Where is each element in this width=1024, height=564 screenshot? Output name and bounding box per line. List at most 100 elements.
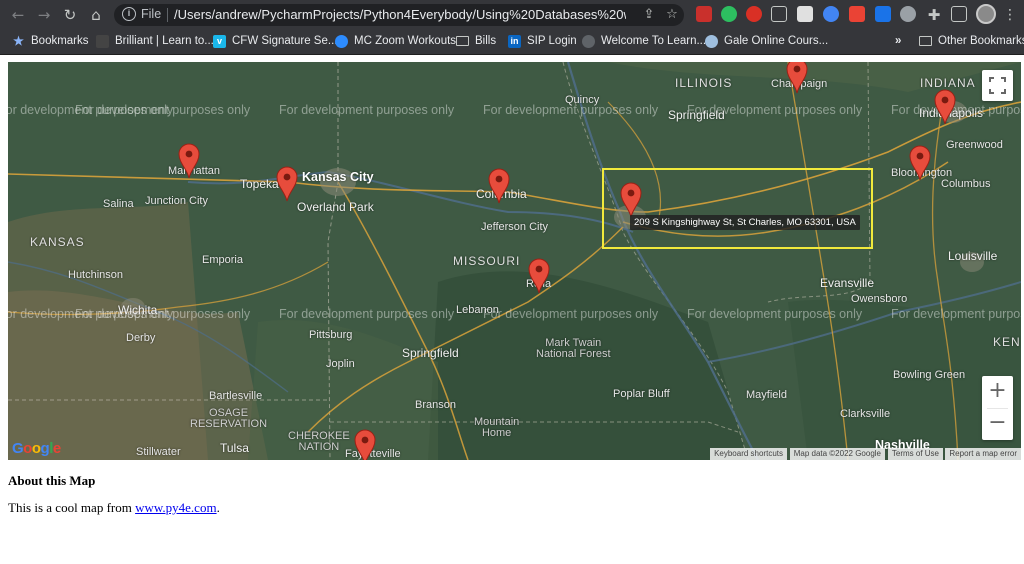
map-marker-icon[interactable] — [786, 62, 808, 94]
puzzle-icon[interactable]: ✚ — [924, 5, 944, 25]
label-louisville: Louisville — [948, 249, 998, 263]
scheme-label: File — [141, 7, 162, 21]
map-marker-icon[interactable] — [488, 168, 510, 204]
forward-icon[interactable]: → — [34, 5, 54, 25]
label-cherokee-nation: CHEROKEE NATION — [288, 430, 350, 453]
gallery-icon[interactable] — [849, 6, 865, 22]
bookmark-item-welcome[interactable]: Welcome To Learn... — [582, 33, 706, 49]
label-owensboro: Owensboro — [851, 293, 908, 305]
dev-watermark: For development purposes only — [75, 307, 251, 321]
folder-icon — [456, 36, 469, 46]
label-columbus: Columbus — [941, 178, 991, 190]
browser-toolbar: ← → ↻ ⌂ i File /Users/andrew/PycharmProj… — [0, 0, 1024, 30]
omnibox-divider — [167, 8, 168, 22]
map-marker-icon[interactable] — [276, 166, 298, 202]
home-icon[interactable]: ⌂ — [86, 5, 106, 25]
label-overland-park: Overland Park — [297, 200, 374, 214]
label-clarksville: Clarksville — [840, 408, 891, 420]
map-data-attribution: Map data ©2022 Google — [789, 448, 885, 460]
bookmark-item-brilliant[interactable]: Brilliant | Learn to... — [96, 33, 214, 49]
bookmark-item-zoom[interactable]: MC Zoom Workouts — [335, 33, 456, 49]
circle-extension-icon[interactable] — [900, 6, 916, 22]
map-marker-icon[interactable] — [528, 258, 550, 294]
bookmark-item-bills[interactable]: Bills — [456, 33, 496, 49]
bookmark-item-gale[interactable]: Gale Online Cours... — [705, 33, 828, 49]
address-bar[interactable]: i File /Users/andrew/PycharmProjects/Pyt… — [114, 4, 684, 26]
dev-watermark: For development purposes only — [891, 307, 1021, 321]
report-map-error-link[interactable]: Report a map error — [945, 448, 1021, 460]
label-springfield-il: Springfield — [668, 108, 725, 122]
py4e-link[interactable]: www.py4e.com — [135, 500, 216, 515]
label-stillwater: Stillwater — [136, 446, 181, 458]
back-icon[interactable]: ← — [8, 5, 28, 25]
browser-chrome: ← → ↻ ⌂ i File /Users/andrew/PycharmProj… — [0, 0, 1024, 55]
reload-icon[interactable]: ↻ — [60, 5, 80, 25]
bookmark-item-sip[interactable]: in SIP Login — [508, 33, 577, 49]
gale-icon — [705, 34, 718, 48]
share-icon[interactable]: ⇪ — [640, 6, 658, 24]
screen-icon[interactable] — [771, 6, 787, 22]
other-bookmarks-label: Other Bookmarks — [938, 35, 1024, 47]
linkedin-icon: in — [508, 34, 521, 48]
label-illinois: ILLINOIS — [675, 76, 733, 90]
bookmark-item-bookmarks[interactable]: ★ Bookmarks — [12, 33, 89, 49]
dev-watermark: For development purposes only — [75, 103, 251, 117]
mail-icon[interactable] — [797, 6, 813, 22]
block-icon[interactable] — [746, 6, 762, 22]
label-jefferson-city: Jefferson City — [481, 221, 549, 233]
label-mountain-home: Mountain Home — [474, 416, 520, 439]
label-mark-twain-forest: Mark Twain National Forest — [536, 337, 611, 360]
extension-flag-icon[interactable] — [696, 6, 712, 22]
tooltip-highlight — [602, 168, 873, 249]
other-bookmarks-button[interactable]: Other Bookmarks — [919, 33, 1024, 49]
about-heading: About this Map — [8, 473, 96, 488]
brilliant-icon — [96, 34, 109, 48]
label-poplar-bluff: Poplar Bluff — [613, 388, 670, 400]
label-greenwood: Greenwood — [946, 139, 1003, 151]
about-text-end: . — [216, 500, 220, 515]
fullscreen-button[interactable] — [982, 70, 1013, 101]
bookmark-item-cfw[interactable]: v CFW Signature Se... — [213, 33, 337, 49]
about-paragraph: This is a cool map from www.py4e.com. — [8, 500, 220, 516]
label-junction-city: Junction City — [145, 195, 208, 207]
zoom-in-button[interactable]: + — [982, 376, 1013, 408]
map-marker-icon[interactable] — [909, 145, 931, 181]
extension-blue-icon[interactable] — [875, 6, 891, 22]
info-icon[interactable]: i — [122, 7, 136, 21]
extension-arrow-icon[interactable] — [823, 6, 839, 22]
label-mayfield: Mayfield — [746, 389, 787, 401]
bookmark-star-icon[interactable]: ☆ — [663, 6, 681, 24]
map-marker-icon[interactable] — [354, 429, 376, 460]
bookmark-label: Gale Online Cours... — [724, 35, 829, 47]
label-joplin: Joplin — [326, 358, 355, 370]
side-panel-icon[interactable] — [951, 6, 967, 22]
label-ken: KEN — [993, 335, 1021, 349]
map-marker-icon[interactable] — [934, 89, 956, 125]
bookmarks-overflow-button[interactable]: » — [895, 33, 901, 49]
star-icon: ★ — [13, 33, 24, 48]
label-salina: Salina — [103, 198, 134, 210]
zoom-controls: + − — [982, 376, 1013, 440]
bookmark-label: Brilliant | Learn to... — [115, 35, 214, 47]
url-text[interactable]: /Users/andrew/PycharmProjects/Python4Eve… — [174, 7, 626, 22]
map-marker-icon[interactable] — [178, 143, 200, 179]
label-pittsburg: Pittsburg — [309, 329, 353, 341]
evernote-icon[interactable] — [721, 6, 737, 22]
bookmark-label: Bookmarks — [31, 35, 89, 47]
fullscreen-icon — [989, 77, 1006, 94]
keyboard-shortcuts-link[interactable]: Keyboard shortcuts — [710, 448, 787, 460]
menu-icon[interactable]: ⋮ — [1003, 5, 1017, 25]
learn-icon — [582, 34, 595, 48]
dev-watermark: For development purposes only — [279, 307, 455, 321]
google-map[interactable]: For development purposes only For develo… — [8, 62, 1021, 460]
zoom-out-button[interactable]: − — [982, 408, 1013, 440]
terms-of-use-link[interactable]: Terms of Use — [887, 448, 943, 460]
google-logo[interactable]: Google — [12, 440, 61, 457]
bookmark-label: Welcome To Learn... — [601, 35, 707, 47]
label-missouri: MISSOURI — [453, 254, 521, 268]
label-indiana: INDIANA — [920, 76, 976, 90]
bookmark-label: SIP Login — [527, 35, 577, 47]
avatar[interactable] — [976, 4, 996, 24]
dev-watermark: For development purposes only — [483, 307, 659, 321]
vimeo-icon: v — [213, 34, 226, 48]
